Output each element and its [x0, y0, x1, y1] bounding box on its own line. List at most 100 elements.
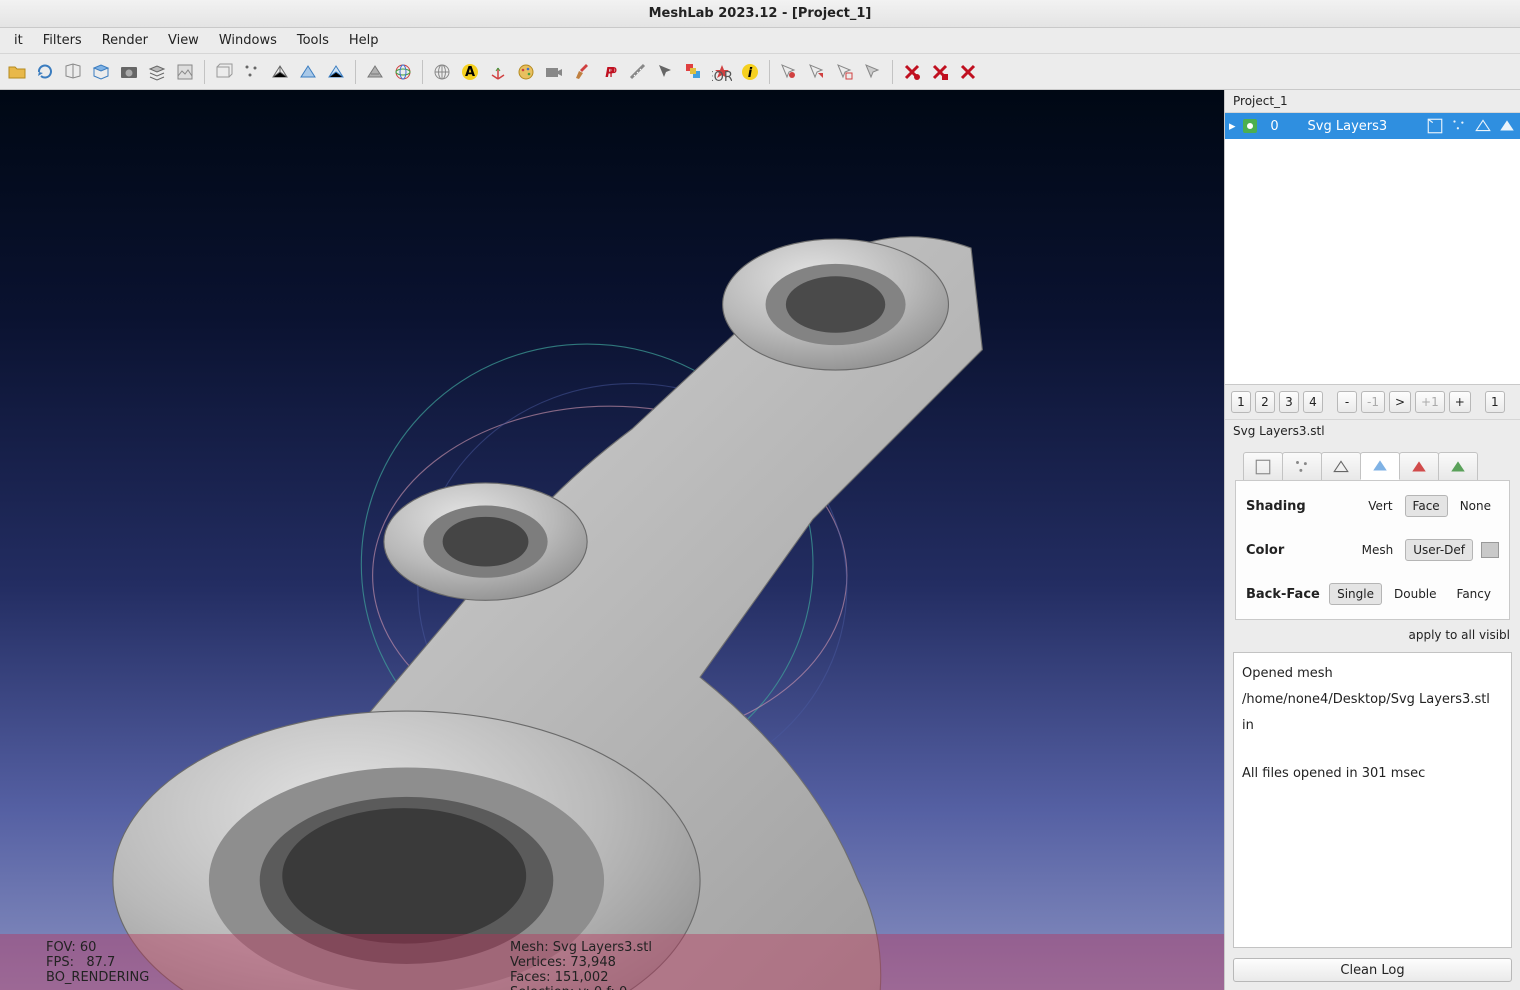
layer-expand-icon[interactable]: ▸	[1229, 119, 1236, 134]
color-swatch[interactable]	[1481, 542, 1499, 558]
paint-icon[interactable]	[513, 59, 539, 85]
hud-right: Mesh: Svg Layers3.stl Vertices: 73,948 F…	[510, 940, 652, 990]
tab-edges[interactable]	[1438, 452, 1478, 480]
import-icon[interactable]	[60, 59, 86, 85]
svg-text:A: A	[465, 65, 475, 80]
row-color: Color Mesh User-Def	[1246, 539, 1499, 561]
select-a-icon[interactable]: A	[457, 59, 483, 85]
apply-all-link[interactable]: apply to all visibl	[1225, 620, 1520, 646]
hud-left: FOV: 60 FPS: 87.7 BO_RENDERING	[46, 940, 149, 984]
reload-icon[interactable]	[32, 59, 58, 85]
layer-btn-plus1[interactable]: +1	[1415, 391, 1445, 413]
tab-bbox[interactable]	[1243, 452, 1283, 480]
clean-log-button[interactable]: Clean Log	[1233, 958, 1512, 982]
flat-icon[interactable]	[295, 59, 321, 85]
shading-vert[interactable]: Vert	[1360, 495, 1400, 517]
layer-btn-2[interactable]: 2	[1255, 391, 1275, 413]
georef-icon[interactable]: GEOREF	[709, 59, 735, 85]
row-backface: Back-Face Single Double Fancy	[1246, 583, 1499, 605]
layer-points-icon[interactable]	[1450, 117, 1468, 135]
svg-text:i: i	[748, 66, 753, 81]
sel-inv-icon[interactable]	[860, 59, 886, 85]
color-label: Color	[1246, 543, 1354, 558]
export-icon[interactable]	[88, 59, 114, 85]
brush-icon[interactable]	[569, 59, 595, 85]
log-output: Opened mesh /home/none4/Desktop/Svg Laye…	[1233, 652, 1512, 948]
layer-btn-4[interactable]: 4	[1303, 391, 1323, 413]
trackball-icon[interactable]	[390, 59, 416, 85]
smooth-icon[interactable]	[362, 59, 388, 85]
measure-icon[interactable]	[625, 59, 651, 85]
sel-face-icon[interactable]	[804, 59, 830, 85]
snapshot-icon[interactable]	[116, 59, 142, 85]
info-icon[interactable]: i	[737, 59, 763, 85]
menu-view[interactable]: View	[158, 30, 209, 51]
color-userdef[interactable]: User-Def	[1405, 539, 1473, 561]
tab-select[interactable]	[1399, 452, 1439, 480]
menu-edit-truncated[interactable]: it	[4, 30, 33, 51]
axis-icon[interactable]	[485, 59, 511, 85]
3d-viewport[interactable]: FOV: 60 FPS: 87.7 BO_RENDERING Mesh: Svg…	[0, 90, 1224, 990]
layer-btn-minus[interactable]: -	[1337, 391, 1357, 413]
select-vert-icon[interactable]	[653, 59, 679, 85]
layer-row[interactable]: ▸ 0 Svg Layers3	[1225, 113, 1520, 139]
color-mesh[interactable]: Mesh	[1354, 539, 1402, 561]
layer-visibility-icon[interactable]	[1242, 118, 1258, 134]
layer-btn-last1[interactable]: 1	[1485, 391, 1505, 413]
open-icon[interactable]	[4, 59, 30, 85]
pp-icon[interactable]: PP	[597, 59, 623, 85]
render-mode-tabs	[1235, 448, 1510, 481]
svg-text:P: P	[609, 66, 617, 81]
tab-points[interactable]	[1282, 452, 1322, 480]
model-representation	[0, 90, 1224, 990]
backface-single[interactable]: Single	[1329, 583, 1382, 605]
sel-conn-icon[interactable]	[832, 59, 858, 85]
points-icon[interactable]	[239, 59, 265, 85]
bbox-icon[interactable]	[211, 59, 237, 85]
del-face-icon[interactable]	[927, 59, 953, 85]
backface-double[interactable]: Double	[1386, 583, 1445, 605]
del-vert-icon[interactable]	[899, 59, 925, 85]
tab-face[interactable]	[1360, 452, 1400, 480]
layer-btn-plus[interactable]: +	[1449, 391, 1471, 413]
del-sel-icon[interactable]	[955, 59, 981, 85]
menu-filters[interactable]: Filters	[33, 30, 92, 51]
backface-label: Back-Face	[1246, 587, 1329, 602]
menu-windows[interactable]: Windows	[209, 30, 287, 51]
layer-btn-1[interactable]: 1	[1231, 391, 1251, 413]
wire-icon[interactable]	[267, 59, 293, 85]
shading-none[interactable]: None	[1452, 495, 1499, 517]
layer-name: Svg Layers3	[1292, 119, 1420, 134]
align-icon[interactable]	[681, 59, 707, 85]
globe-icon[interactable]	[429, 59, 455, 85]
layer-bbox-icon[interactable]	[1426, 117, 1444, 135]
layers-icon[interactable]	[144, 59, 170, 85]
layer-list[interactable]: ▸ 0 Svg Layers3	[1225, 113, 1520, 385]
layer-wire-icon[interactable]	[1474, 117, 1492, 135]
menu-help[interactable]: Help	[339, 30, 389, 51]
toolbar-separator	[769, 60, 770, 84]
menu-render[interactable]: Render	[92, 30, 158, 51]
svg-text:GEOREF: GEOREF	[712, 70, 732, 82]
raster-icon[interactable]	[172, 59, 198, 85]
backface-fancy[interactable]: Fancy	[1449, 583, 1499, 605]
layer-index: 0	[1264, 119, 1286, 134]
layer-btn-3[interactable]: 3	[1279, 391, 1299, 413]
tab-wire[interactable]	[1321, 452, 1361, 480]
sel-vert-icon[interactable]	[776, 59, 802, 85]
layer-face-icon[interactable]	[1498, 117, 1516, 135]
render-properties: Shading Vert Face None Color Mesh User-D…	[1235, 481, 1510, 620]
toolbar-separator	[892, 60, 893, 84]
camera-icon[interactable]	[541, 59, 567, 85]
toolbar-separator	[355, 60, 356, 84]
current-mesh-name: Svg Layers3.stl	[1225, 420, 1520, 442]
menu-tools[interactable]: Tools	[287, 30, 339, 51]
window-title: MeshLab 2023.12 - [Project_1]	[649, 6, 872, 21]
viewport-hud: FOV: 60 FPS: 87.7 BO_RENDERING Mesh: Svg…	[0, 934, 1224, 990]
flatlines-icon[interactable]	[323, 59, 349, 85]
shading-face[interactable]: Face	[1405, 495, 1448, 517]
layer-btn-minus1[interactable]: -1	[1361, 391, 1385, 413]
layer-button-row: 1 2 3 4 - -1 > +1 + 1	[1225, 385, 1520, 420]
layer-btn-gt[interactable]: >	[1389, 391, 1411, 413]
row-shading: Shading Vert Face None	[1246, 495, 1499, 517]
